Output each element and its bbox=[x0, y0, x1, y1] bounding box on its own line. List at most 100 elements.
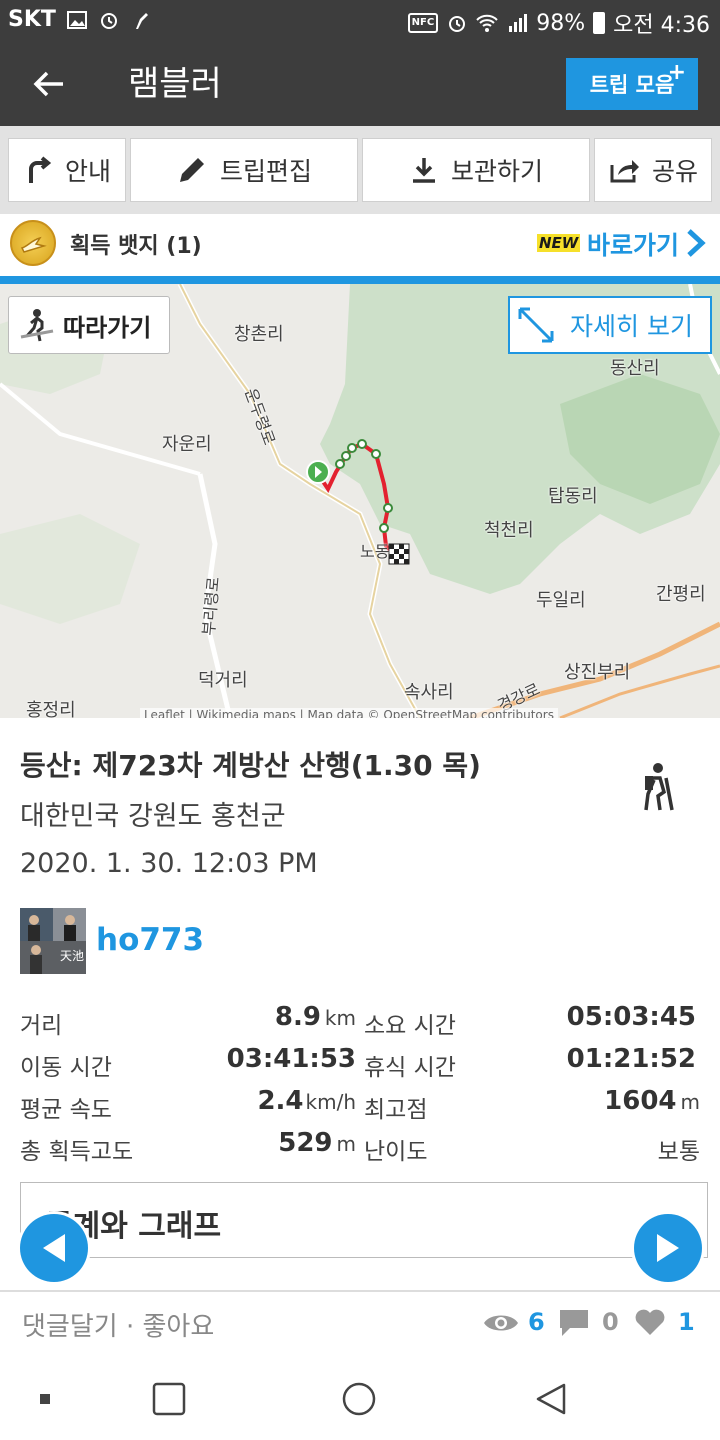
avg-speed-label: 평균 속도 bbox=[20, 1097, 112, 1123]
share-icon bbox=[610, 160, 639, 183]
trip-title: 등산: 제723차 계방산 산행(1.30 목) bbox=[20, 749, 481, 782]
route-map[interactable]: 창촌리 동산리 자운리 탑동리 척천리 두일리 간평리 덕거리 상진부리 속사리… bbox=[0, 284, 720, 718]
map-label: 상진부리 bbox=[564, 662, 631, 683]
back-button[interactable] bbox=[26, 62, 72, 106]
status-bar: SKT NFC 98% 오전 4:36 bbox=[0, 0, 720, 42]
accent-divider bbox=[0, 276, 720, 284]
detail-view-label: 자세히 보기 bbox=[570, 312, 693, 341]
elevation-gain-label: 총 획득고도 bbox=[20, 1139, 134, 1165]
comment-icon bbox=[560, 1310, 588, 1336]
map-label: 덕거리 bbox=[198, 670, 248, 691]
save-button[interactable]: 보관하기 bbox=[362, 138, 590, 202]
share-button[interactable]: 공유 bbox=[594, 138, 712, 202]
save-label: 보관하기 bbox=[450, 157, 543, 186]
view-count: 6 bbox=[528, 1308, 545, 1336]
battery-icon bbox=[593, 12, 606, 34]
back-nav-icon[interactable] bbox=[534, 1382, 568, 1416]
map-label: 탑동리 bbox=[548, 486, 598, 507]
avg-speed-value: 2.4 km/h bbox=[257, 1086, 356, 1116]
triangle-left-icon bbox=[43, 1234, 65, 1262]
avatar-caption: 天池 bbox=[60, 949, 84, 963]
hiker-follow-icon bbox=[20, 309, 54, 342]
stats-graph-section[interactable]: 통계와 그래프 bbox=[20, 1182, 708, 1258]
divider bbox=[0, 1290, 720, 1292]
prev-trip-button[interactable] bbox=[20, 1214, 88, 1282]
comment-like-link[interactable]: 댓글달기 · 좋아요 bbox=[22, 1306, 214, 1343]
difficulty-value: 보통 bbox=[657, 1139, 700, 1165]
peak-value: 1604 m bbox=[604, 1086, 700, 1116]
map-label: 동산리 bbox=[610, 358, 660, 379]
elevation-gain-value: 529 m bbox=[278, 1128, 356, 1158]
trip-location: 대한민국 강원도 홍천군 bbox=[20, 801, 286, 832]
badge-banner[interactable]: 획득 뱃지 (1) NEW 바로가기 bbox=[0, 214, 720, 276]
map-label: 간평리 bbox=[656, 584, 706, 605]
recent-dot-icon[interactable] bbox=[38, 1392, 52, 1406]
map-road-label: 부리령로 bbox=[198, 575, 223, 637]
map-label: 노동리 bbox=[360, 542, 390, 561]
new-tag: NEW bbox=[537, 234, 581, 252]
guide-label: 안내 bbox=[64, 157, 111, 186]
edit-trip-label: 트립편집 bbox=[219, 157, 312, 186]
username-link[interactable]: ho773 bbox=[96, 922, 204, 958]
follow-label: 따라가기 bbox=[63, 313, 152, 342]
app-title: 램블러 bbox=[128, 64, 222, 104]
comment-count: 0 bbox=[602, 1308, 619, 1336]
finish-flag-icon bbox=[388, 543, 410, 565]
system-nav-bar bbox=[0, 1356, 720, 1440]
like-count: 1 bbox=[678, 1308, 695, 1336]
difficulty-label: 난이도 bbox=[364, 1139, 428, 1165]
badge-count-text: 획득 뱃지 (1) bbox=[70, 234, 202, 259]
guide-button[interactable]: 안내 bbox=[8, 138, 126, 202]
peak-label: 최고점 bbox=[364, 1097, 428, 1123]
heart-icon[interactable] bbox=[634, 1308, 666, 1336]
triangle-right-icon bbox=[657, 1234, 679, 1262]
rest-time-value: 01:21:52 bbox=[566, 1044, 696, 1074]
turn-icon bbox=[28, 156, 52, 183]
map-label: 창촌리 bbox=[234, 324, 284, 345]
alarm-icon bbox=[100, 12, 117, 29]
battery-percent: 98% bbox=[536, 10, 586, 36]
back-arrow-icon bbox=[33, 71, 63, 97]
gallery-icon bbox=[66, 10, 87, 29]
trip-collection-button[interactable]: 트립 모음 + bbox=[566, 58, 698, 110]
distance-label: 거리 bbox=[20, 1013, 63, 1039]
start-marker-icon bbox=[306, 460, 330, 484]
pencil-icon bbox=[179, 158, 204, 182]
moving-time-value: 03:41:53 bbox=[226, 1044, 356, 1074]
map-label: 속사리 bbox=[404, 682, 454, 703]
download-icon bbox=[412, 158, 435, 183]
wifi-icon bbox=[476, 14, 498, 32]
action-toolbar: 안내 트립편집 보관하기 공유 bbox=[0, 126, 720, 214]
map-label: 두일리 bbox=[536, 590, 586, 611]
map-label: 홍정리 bbox=[26, 700, 76, 718]
share-label: 공유 bbox=[651, 157, 698, 186]
chevron-right-icon bbox=[687, 229, 706, 257]
app-bar: 램블러 트립 모음 + bbox=[0, 42, 720, 126]
rest-time-label: 휴식 시간 bbox=[364, 1055, 456, 1081]
detail-view-button[interactable]: 자세히 보기 bbox=[508, 296, 712, 354]
trip-datetime: 2020. 1. 30. 12:03 PM bbox=[20, 848, 318, 879]
signal-icon bbox=[509, 14, 528, 32]
home-icon[interactable] bbox=[342, 1382, 376, 1416]
map-label: 자운리 bbox=[162, 434, 212, 455]
distance-value: 8.9 km bbox=[274, 1002, 356, 1032]
avatar[interactable]: 天池 bbox=[20, 908, 86, 974]
alarm-icon bbox=[449, 16, 466, 32]
carrier-label: SKT bbox=[8, 7, 56, 32]
duration-label: 소요 시간 bbox=[364, 1013, 456, 1039]
recents-icon[interactable] bbox=[152, 1382, 186, 1416]
duration-value: 05:03:45 bbox=[566, 1002, 696, 1032]
go-link[interactable]: 바로가기 bbox=[587, 226, 679, 262]
map-attribution[interactable]: Leaflet | Wikimedia maps | Map data © Op… bbox=[140, 708, 558, 718]
nfc-icon: NFC bbox=[407, 13, 439, 33]
plus-icon: + bbox=[667, 60, 686, 85]
app-icon bbox=[135, 12, 148, 29]
edit-trip-button[interactable]: 트립편집 bbox=[130, 138, 358, 202]
follow-button[interactable]: 따라가기 bbox=[8, 296, 170, 354]
moving-time-label: 이동 시간 bbox=[20, 1055, 112, 1081]
badge-medal-icon bbox=[10, 220, 56, 266]
clock: 오전 4:36 bbox=[613, 13, 710, 38]
expand-icon bbox=[518, 307, 554, 343]
hiking-icon bbox=[644, 763, 674, 811]
next-trip-button[interactable] bbox=[634, 1214, 702, 1282]
